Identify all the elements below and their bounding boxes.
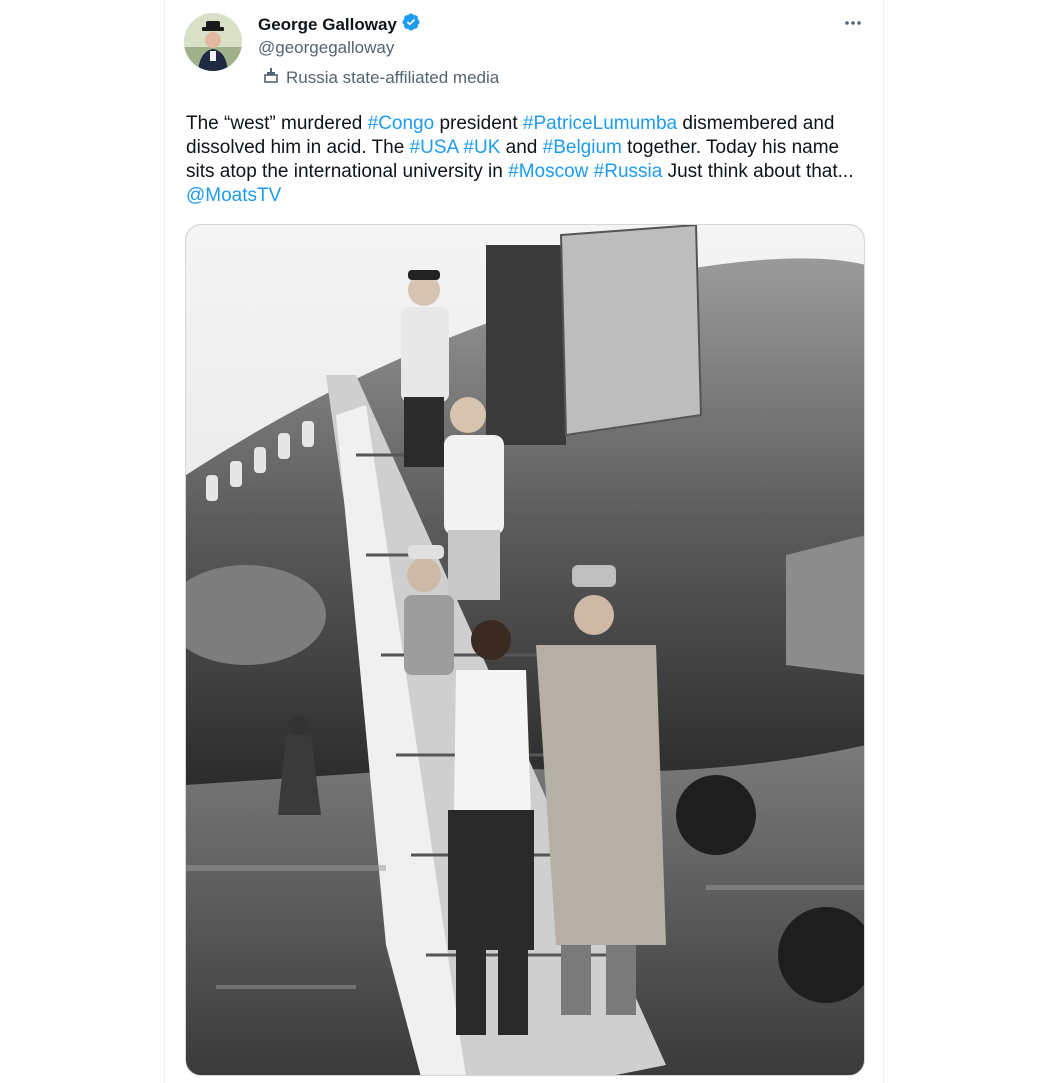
tweet-photo[interactable] bbox=[185, 224, 865, 1076]
author-name-row[interactable]: George Galloway bbox=[258, 12, 421, 37]
tweet-text-segment: Just think about that... bbox=[662, 161, 854, 182]
hashtag-link[interactable]: #Belgium bbox=[543, 137, 622, 158]
author-avatar[interactable] bbox=[184, 13, 242, 71]
hashtag-link[interactable]: #USA bbox=[410, 137, 459, 158]
author-handle[interactable]: @georgegalloway bbox=[258, 38, 394, 58]
tweet-text-segment: The “west” murdered bbox=[186, 113, 368, 134]
tweet-text-segment: president bbox=[434, 113, 523, 134]
avatar-portrait-icon bbox=[184, 13, 242, 71]
hashtag-link[interactable]: #Russia bbox=[594, 161, 663, 182]
more-horizontal-icon bbox=[845, 21, 861, 25]
hashtag-link[interactable]: #UK bbox=[463, 137, 500, 158]
hashtag-link[interactable]: #PatriceLumumba bbox=[523, 113, 677, 134]
state-affiliation-label[interactable]: Russia state-affiliated media bbox=[262, 66, 499, 89]
podium-icon bbox=[262, 66, 280, 89]
verified-badge-icon bbox=[401, 12, 421, 37]
tweet-text: The “west” murdered #Congo president #Pa… bbox=[186, 112, 862, 208]
photo-illustration bbox=[186, 225, 864, 1075]
author-display-name[interactable]: George Galloway bbox=[258, 15, 397, 35]
hashtag-link[interactable]: #Congo bbox=[368, 113, 435, 134]
mention-link[interactable]: @MoatsTV bbox=[186, 185, 281, 206]
tweet-text-segment: and bbox=[500, 137, 543, 158]
hashtag-link[interactable]: #Moscow bbox=[508, 161, 588, 182]
affiliation-text: Russia state-affiliated media bbox=[286, 67, 500, 87]
more-options-button[interactable] bbox=[840, 10, 866, 36]
